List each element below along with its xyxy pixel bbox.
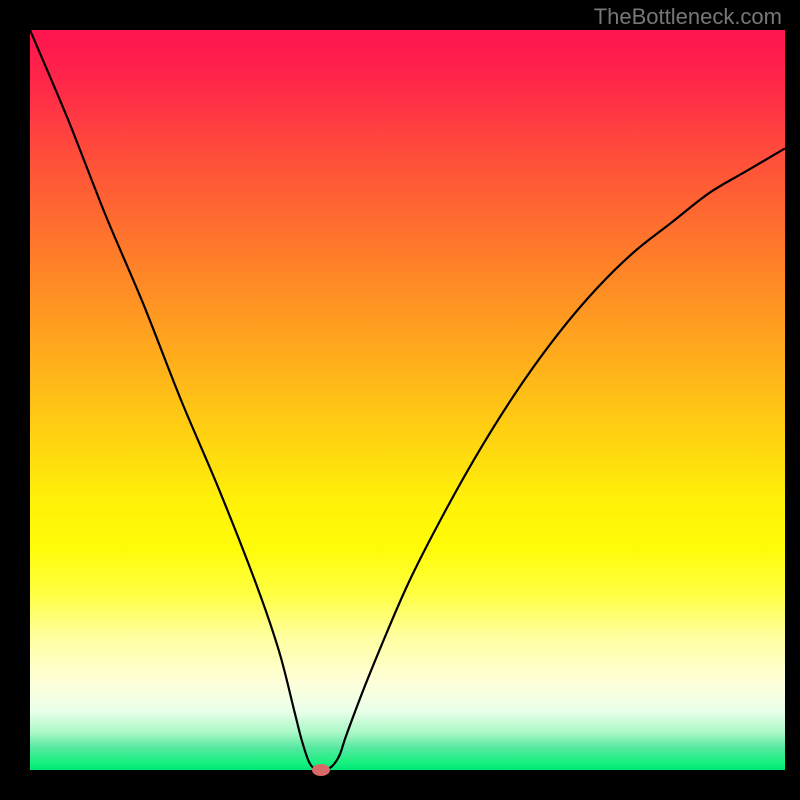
bottleneck-curve: [30, 30, 785, 770]
optimal-point-marker: [312, 764, 330, 776]
chart-curve-layer: [30, 30, 785, 770]
watermark-text: TheBottleneck.com: [594, 4, 782, 30]
chart-plot-area: [30, 30, 785, 770]
